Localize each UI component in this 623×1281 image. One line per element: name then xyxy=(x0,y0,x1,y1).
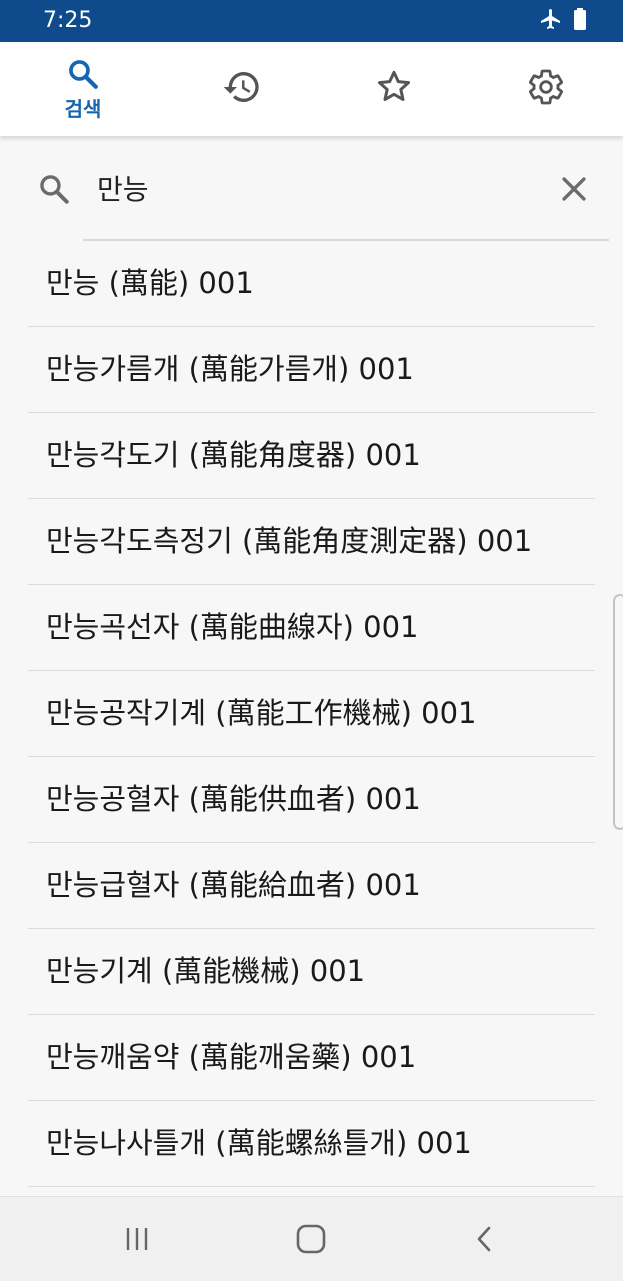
navigation-bar xyxy=(0,1196,623,1281)
list-item[interactable]: 만능공혈자 (萬能供血者) 001 xyxy=(28,757,595,843)
star-icon xyxy=(374,67,414,111)
scroll-handle[interactable] xyxy=(613,594,623,830)
recent-apps-icon[interactable] xyxy=(115,1217,159,1261)
list-item-label: 만능나사틀개 (萬能螺絲틀개) 001 xyxy=(46,1126,472,1160)
list-item[interactable]: 만능 (萬能) 001 xyxy=(28,241,595,327)
search-field-icon xyxy=(37,172,71,206)
status-icons xyxy=(539,7,587,35)
status-bar: 7:25 xyxy=(0,0,623,42)
list-item[interactable]: 만능깨움약 (萬能깨움藥) 001 xyxy=(28,1015,595,1101)
list-item-label: 만능각도측정기 (萬能角度測定器) 001 xyxy=(46,524,533,558)
status-time: 7:25 xyxy=(43,8,93,33)
tab-settings[interactable] xyxy=(496,42,596,136)
list-item[interactable]: 만능곡선자 (萬能曲線자) 001 xyxy=(28,585,595,671)
list-item[interactable]: 만능나사틀개 (萬能螺絲틀개) 001 xyxy=(28,1101,595,1187)
list-item[interactable]: 만능공작기계 (萬能工作機械) 001 xyxy=(28,671,595,757)
tab-bar: 검색 xyxy=(0,42,623,136)
results-list: 만능 (萬能) 001 만능가름개 (萬能가름개) 001 만능각도기 (萬能角… xyxy=(0,241,623,1196)
back-icon[interactable] xyxy=(463,1217,507,1261)
list-item-label: 만능 (萬能) 001 xyxy=(46,266,254,300)
list-item[interactable]: 만능가름개 (萬能가름개) 001 xyxy=(28,327,595,413)
list-item-label: 만능급혈자 (萬能給血者) 001 xyxy=(46,868,421,902)
list-item-label: 만능각도기 (萬能角度器) 001 xyxy=(46,438,421,472)
list-item-label: 만능기계 (萬能機械) 001 xyxy=(46,954,366,988)
home-icon[interactable] xyxy=(289,1217,333,1261)
list-item-label: 만능공혈자 (萬能供血者) 001 xyxy=(46,782,421,816)
tab-search-label: 검색 xyxy=(64,97,102,121)
gear-icon xyxy=(526,67,566,111)
airplane-icon xyxy=(539,7,563,35)
list-item[interactable]: 만능급혈자 (萬能給血者) 001 xyxy=(28,843,595,929)
search-row xyxy=(0,136,623,241)
list-item[interactable]: 만능기계 (萬能機械) 001 xyxy=(28,929,595,1015)
search-input[interactable] xyxy=(97,168,517,208)
list-item[interactable]: 만능각도기 (萬能角度器) 001 xyxy=(28,413,595,499)
list-item[interactable]: 만능각도측정기 (萬能角度測定器) 001 xyxy=(28,499,595,585)
tab-search[interactable]: 검색 xyxy=(33,42,133,136)
list-item-label: 만능깨움약 (萬能깨움藥) 001 xyxy=(46,1040,417,1074)
battery-icon xyxy=(573,7,587,35)
list-item-label: 만능가름개 (萬能가름개) 001 xyxy=(46,352,414,386)
list-item-label: 만능곡선자 (萬能曲線자) 001 xyxy=(46,610,419,644)
close-icon[interactable] xyxy=(557,172,591,206)
history-icon xyxy=(222,67,262,111)
tab-favorites[interactable] xyxy=(344,42,444,136)
list-item-label: 만능공작기계 (萬能工作機械) 001 xyxy=(46,696,477,730)
tab-history[interactable] xyxy=(192,42,292,136)
search-icon xyxy=(66,57,100,95)
